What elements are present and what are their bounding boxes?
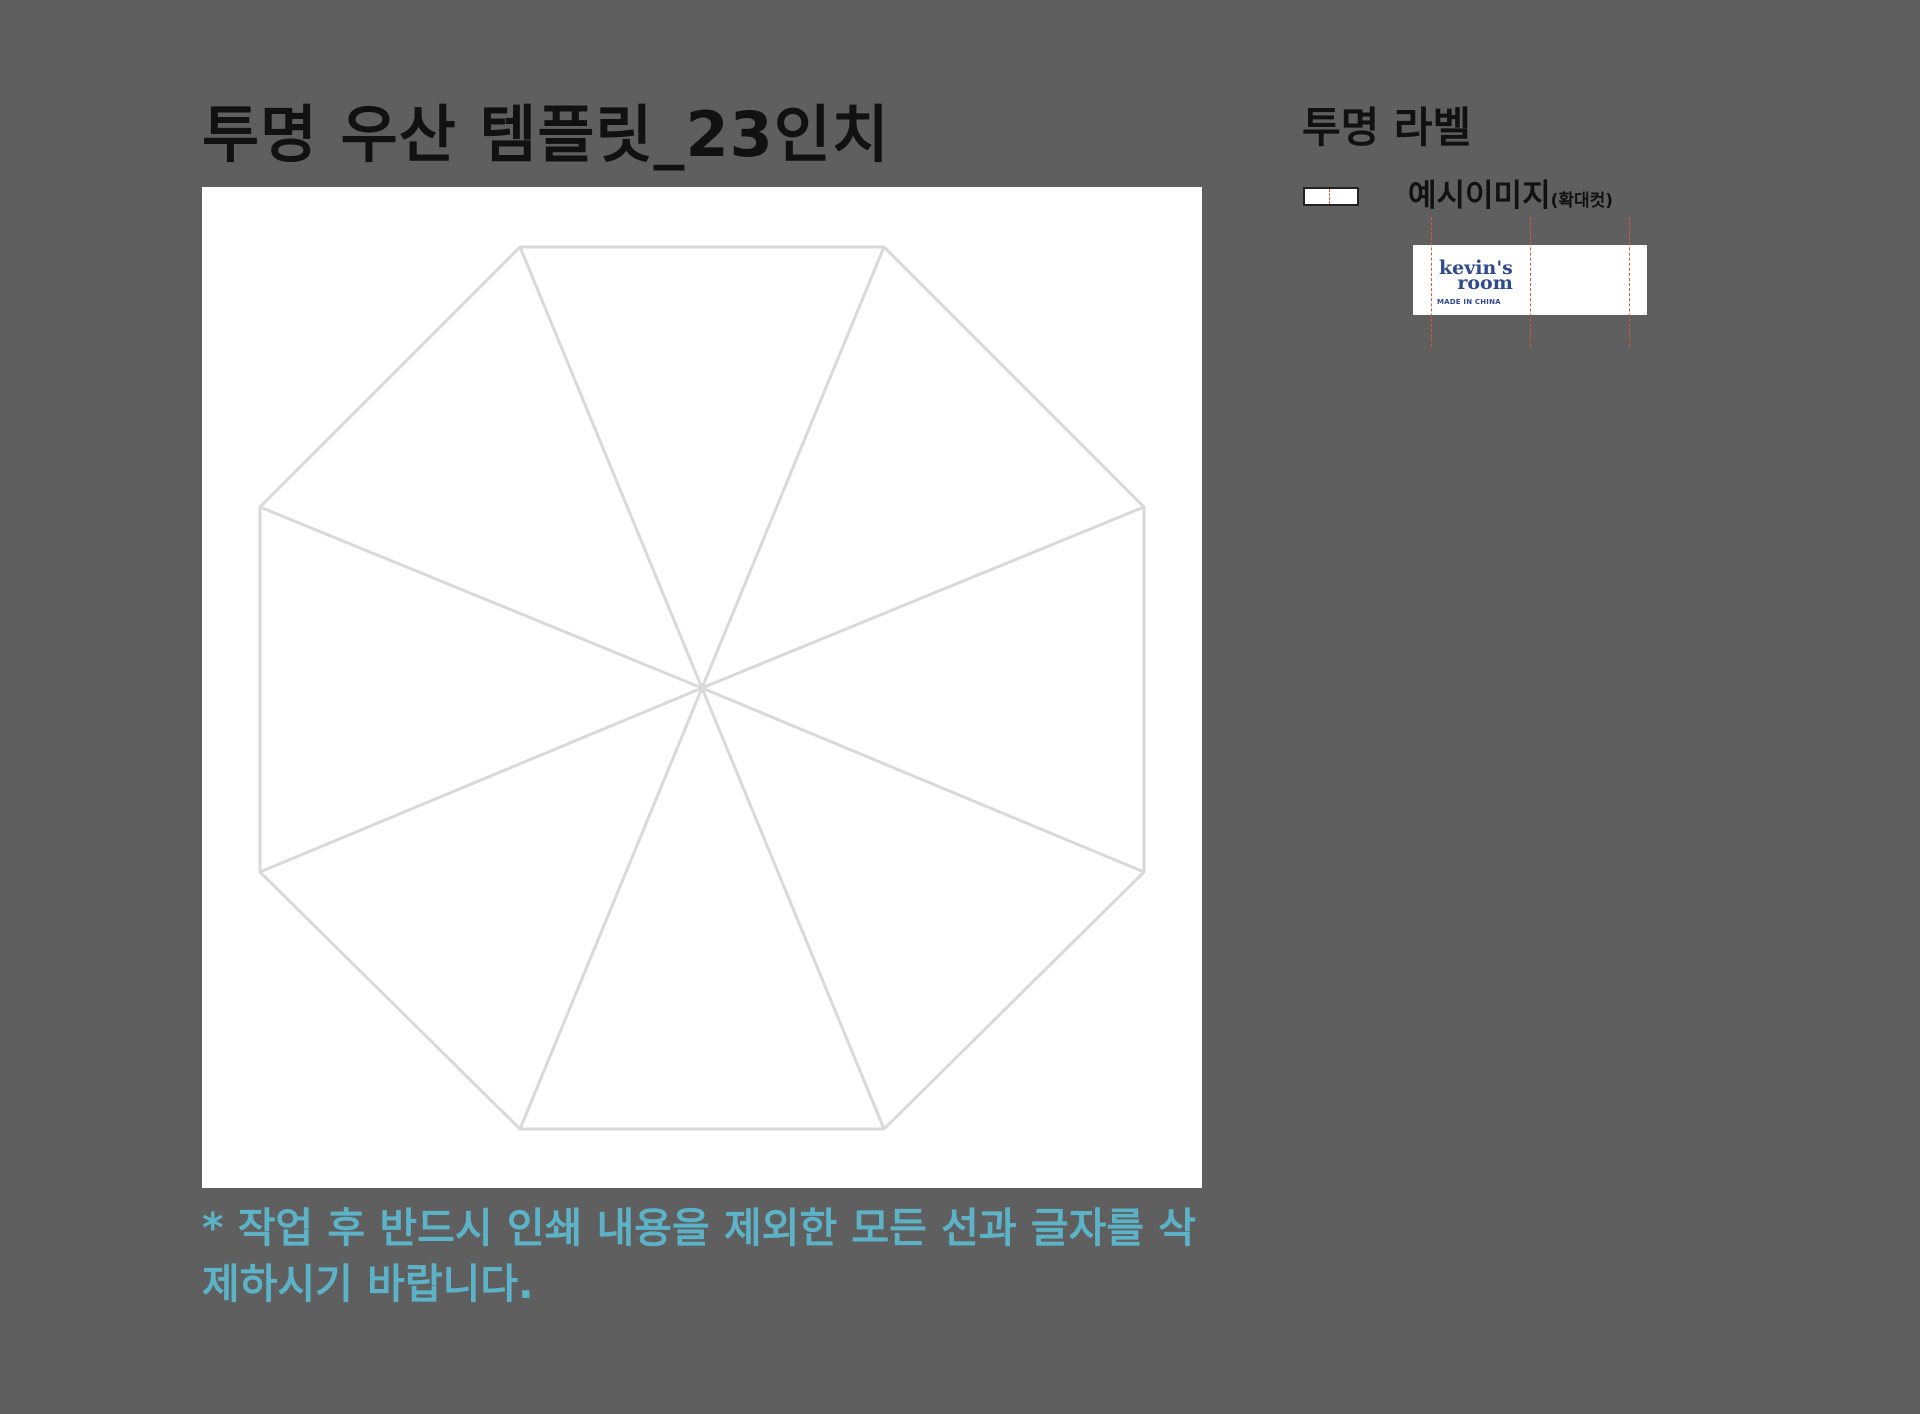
cut-line [1329, 189, 1330, 204]
label-preview: kevin's room MADE IN CHINA [1413, 217, 1647, 347]
brand-logo: kevin's room [1439, 259, 1513, 293]
label-section-title: 투명 라벨 [1302, 103, 1472, 152]
umbrella-template-artboard [202, 187, 1202, 1188]
umbrella-rib-lines [259, 246, 1145, 1130]
cut-line-left [1431, 217, 1432, 347]
rib-line [700, 687, 886, 1130]
example-title-text: 예시이미지 [1408, 178, 1551, 214]
umbrella-octagon-diagram [258, 245, 1146, 1131]
rib-line [259, 505, 703, 690]
page-title: 투명 우산 템플릿_23인치 [202, 98, 890, 171]
instruction-note: * 작업 후 반드시 인쇄 내용을 제외한 모든 선과 글자를 삭제하시기 바랍… [202, 1204, 1197, 1308]
example-image-title: 예시이미지(확대컷) [1408, 170, 1613, 215]
example-title-suffix: (확대컷) [1550, 191, 1614, 211]
rib-line [259, 686, 703, 874]
made-in-text: MADE IN CHINA [1437, 298, 1501, 306]
rib-line [518, 246, 704, 689]
rib-line [700, 246, 886, 689]
cut-line-middle [1530, 217, 1531, 347]
cut-line-right [1629, 217, 1630, 347]
label-placement-box [1303, 187, 1359, 206]
rib-line [701, 686, 1145, 874]
rib-line [518, 687, 704, 1130]
rib-line [701, 505, 1145, 690]
